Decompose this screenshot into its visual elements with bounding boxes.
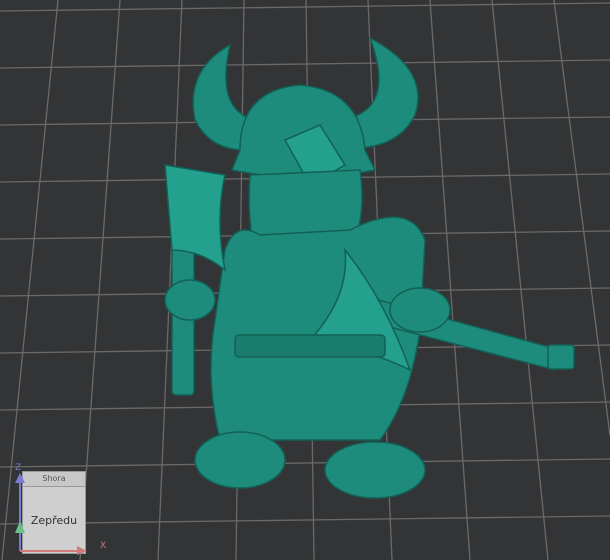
z-axis-arrowhead	[15, 473, 25, 483]
grid-line	[429, 0, 471, 560]
x-axis-label: X	[100, 541, 107, 551]
grid-line	[553, 0, 610, 436]
axis-gizmo	[15, 473, 87, 555]
grid-line	[491, 0, 549, 560]
model-dwarf-warrior[interactable]	[164, 36, 575, 499]
view-cube[interactable]: Shora Zepředu Z X	[15, 463, 106, 555]
grid-line	[0, 458, 610, 468]
x-axis-arrowhead	[77, 546, 87, 555]
z-axis-label: Z	[15, 463, 22, 473]
grid-line	[0, 59, 610, 69]
y-axis-arrow	[15, 521, 25, 533]
grid-line	[0, 2, 610, 12]
